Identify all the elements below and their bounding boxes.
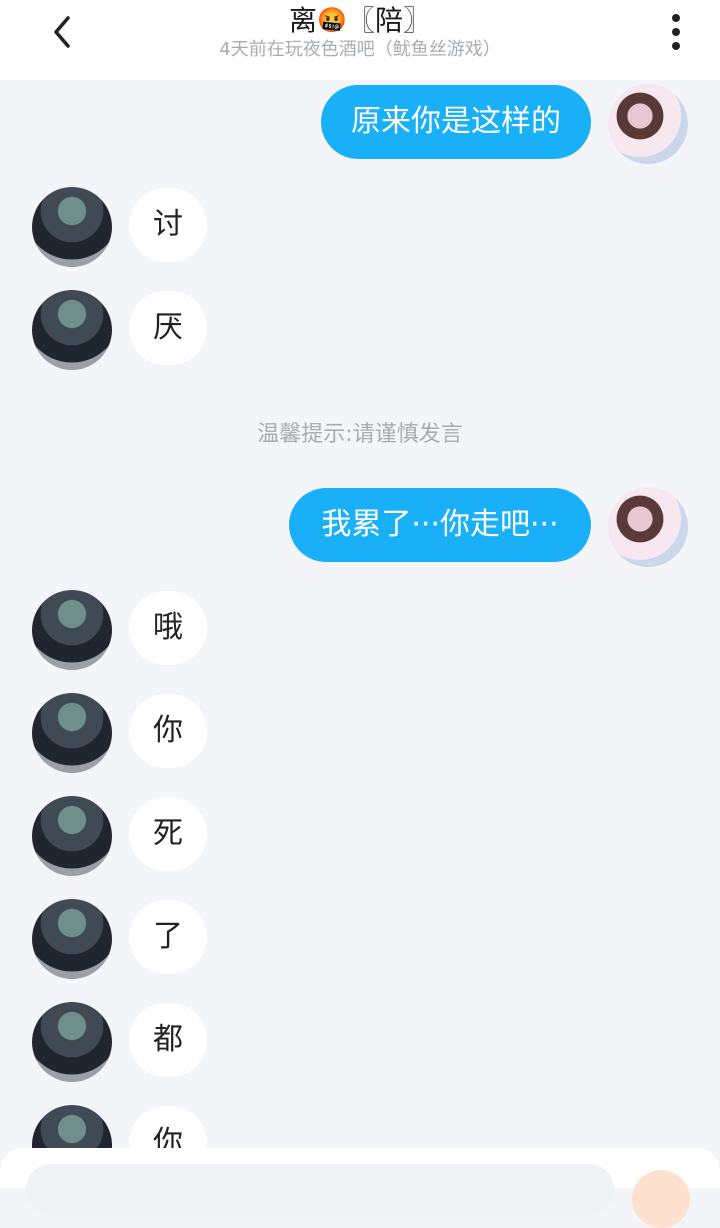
contact-status: 4天前在玩夜色酒吧（鱿鱼丝游戏） xyxy=(219,39,501,60)
contact-tag: 〖陪〗 xyxy=(346,4,431,37)
input-bar xyxy=(0,1148,720,1228)
incoming-message-bubble[interactable]: 你 xyxy=(129,1106,207,1148)
chat-title: 离🤬〖陪〗 xyxy=(0,2,720,39)
contact-avatar[interactable] xyxy=(32,290,112,370)
contact-name: 离 xyxy=(289,4,318,37)
message-list[interactable]: 原来你是这样的 讨 厌 温馨提示:请谨慎发言 我累了···你走吧··· 哦 你 … xyxy=(0,80,720,1148)
chat-header: 离🤬〖陪〗 4天前在玩夜色酒吧（鱿鱼丝游戏） xyxy=(0,0,720,80)
incoming-message-bubble[interactable]: 了 xyxy=(129,900,207,974)
incoming-message-bubble[interactable]: 讨 xyxy=(129,188,207,262)
my-avatar[interactable] xyxy=(608,487,688,567)
system-notice: 温馨提示:请谨慎发言 xyxy=(257,422,463,447)
incoming-message-bubble[interactable]: 哦 xyxy=(129,591,207,665)
contact-avatar[interactable] xyxy=(32,590,112,670)
outgoing-message-bubble[interactable]: 原来你是这样的 xyxy=(321,85,591,159)
contact-avatar[interactable] xyxy=(32,693,112,773)
outgoing-message-bubble[interactable]: 我累了···你走吧··· xyxy=(289,488,591,562)
contact-emoji: 🤬 xyxy=(317,6,347,34)
message-input[interactable] xyxy=(26,1164,614,1214)
vertical-ellipsis-icon xyxy=(672,14,680,50)
incoming-message-bubble[interactable]: 你 xyxy=(129,694,207,768)
contact-avatar[interactable] xyxy=(32,899,112,979)
incoming-message-bubble[interactable]: 都 xyxy=(129,1003,207,1077)
incoming-message-bubble[interactable]: 厌 xyxy=(129,291,207,365)
incoming-message-bubble[interactable]: 死 xyxy=(129,797,207,871)
contact-avatar[interactable] xyxy=(32,1105,112,1148)
my-avatar[interactable] xyxy=(608,84,688,164)
contact-avatar[interactable] xyxy=(32,796,112,876)
emoji-button[interactable] xyxy=(632,1170,690,1228)
contact-avatar[interactable] xyxy=(32,187,112,267)
more-options-button[interactable] xyxy=(654,10,698,54)
contact-avatar[interactable] xyxy=(32,1002,112,1082)
